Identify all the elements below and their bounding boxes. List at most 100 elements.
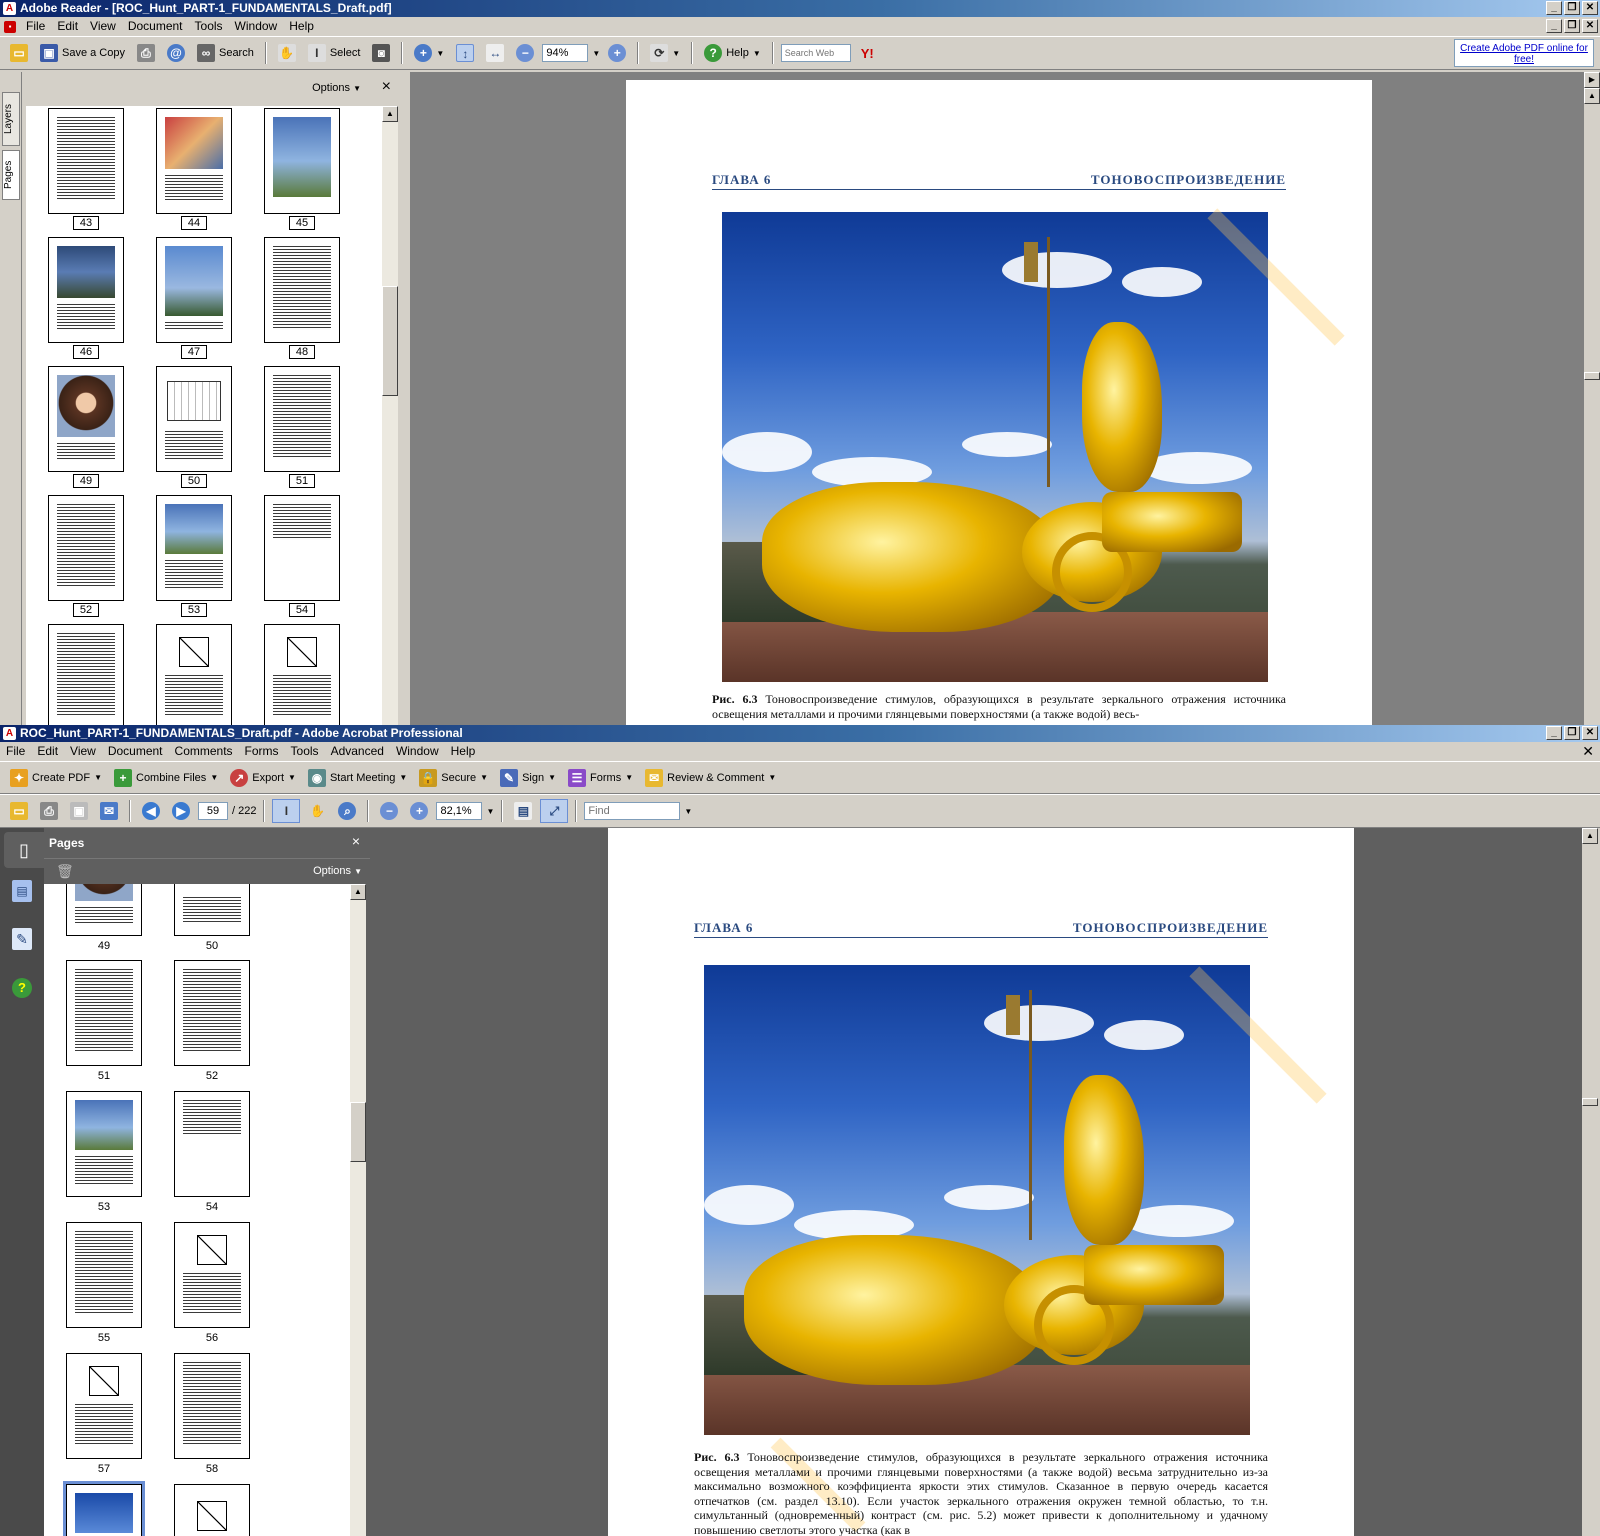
create-pdf-button[interactable]: ✦ Create PDF ▼ [6, 766, 106, 790]
search-button[interactable]: ∞ Search [193, 41, 258, 65]
zoom-out-button[interactable]: − [512, 41, 538, 65]
page-thumbnail[interactable] [264, 624, 340, 725]
close-button[interactable]: ✕ [1582, 726, 1598, 740]
page-thumbnail[interactable] [48, 108, 124, 214]
print-button[interactable]: ⎙ [36, 799, 62, 823]
scroll-up-arrow[interactable]: ▲ [350, 884, 366, 900]
menu-document[interactable]: Document [102, 742, 169, 761]
secure-button[interactable]: 🔒 Secure ▼ [415, 766, 492, 790]
rotate-button[interactable]: ⟳ ▼ [646, 41, 684, 65]
pages-tab[interactable]: Pages [2, 150, 20, 200]
page-thumbnail[interactable] [174, 1222, 250, 1328]
page-thumbnail[interactable] [264, 237, 340, 343]
page-thumbnail[interactable] [264, 108, 340, 214]
menu-advanced[interactable]: Advanced [325, 742, 390, 761]
open-button[interactable]: ▭ [6, 41, 32, 65]
page-thumbnail[interactable] [156, 495, 232, 601]
bookmarks-icon[interactable]: ▤ [12, 880, 32, 902]
doc-minimize-button[interactable]: _ [1546, 19, 1562, 33]
menu-file[interactable]: File [0, 742, 31, 761]
page-thumbnail[interactable] [66, 1091, 142, 1197]
find-input[interactable] [584, 802, 681, 820]
find-dropdown-arrow[interactable]: ▼ [684, 807, 692, 816]
hand-tool-button[interactable]: ✋ [304, 799, 330, 823]
scroll-thumb[interactable] [382, 286, 398, 396]
zoom-in-button[interactable]: + [406, 799, 432, 823]
next-page-button[interactable]: ▶ [168, 799, 194, 823]
menu-forms[interactable]: Forms [239, 742, 285, 761]
create-pdf-online-link[interactable]: Create Adobe PDF online for free! [1454, 39, 1594, 67]
email-button[interactable]: @ [163, 41, 189, 65]
scroll-up-arrow[interactable]: ▲ [382, 106, 398, 122]
menu-tools[interactable]: Tools [189, 17, 229, 36]
fit-page-button[interactable]: ↕ [452, 41, 478, 65]
page-thumbnail[interactable] [174, 884, 250, 936]
export-button[interactable]: ↗ Export ▼ [226, 766, 300, 790]
menu-view[interactable]: View [64, 742, 102, 761]
page-thumbnail[interactable] [48, 237, 124, 343]
page-thumbnail-selected[interactable] [63, 1481, 145, 1536]
scroll-up-arrow[interactable]: ▲ [1582, 828, 1598, 844]
page-thumbnail[interactable] [156, 237, 232, 343]
zoom-in-tool-button[interactable]: + ▼ [410, 41, 448, 65]
page-thumbnail[interactable] [156, 366, 232, 472]
select-tool-button[interactable]: I [272, 799, 301, 823]
page-number-field[interactable]: 59 [198, 802, 228, 820]
restore-button[interactable]: ❐ [1564, 1, 1580, 15]
page-thumbnail[interactable] [264, 495, 340, 601]
zoom-in-button[interactable]: + [604, 41, 630, 65]
acrobat-document-scrollbar[interactable]: ▲ [1582, 828, 1598, 1536]
close-button[interactable]: ✕ [1582, 1, 1598, 15]
fit-width-button[interactable]: ↔ [482, 41, 508, 65]
zoom-out-button[interactable]: − [376, 799, 402, 823]
minimize-button[interactable]: _ [1546, 1, 1562, 15]
menu-tools[interactable]: Tools [285, 742, 325, 761]
review-comment-button[interactable]: ✉ Review & Comment ▼ [641, 766, 780, 790]
open-button[interactable]: ▭ [6, 799, 32, 823]
scroll-up-arrow[interactable]: ▲ [1584, 88, 1600, 104]
panel-options-button[interactable]: Options ▼ [313, 865, 362, 877]
acrobat-panel-scrollbar[interactable]: ▲ [350, 884, 366, 1536]
zoom-dropdown-arrow[interactable]: ▼ [486, 807, 494, 816]
reader-document-scrollbar[interactable]: ▶ ▲ [1584, 72, 1600, 725]
page-thumbnail[interactable] [48, 495, 124, 601]
doc-restore-button[interactable]: ❐ [1564, 19, 1580, 33]
scroll-thumb[interactable] [350, 1102, 366, 1162]
reader-panel-scrollbar[interactable]: ▲ [382, 106, 398, 725]
search-web-input[interactable] [780, 44, 851, 62]
snapshot-button[interactable]: ◙ [368, 41, 394, 65]
doc-close-icon[interactable]: ✕ [1582, 743, 1594, 760]
panel-close-button[interactable]: × [382, 78, 391, 96]
hand-tool-button[interactable]: ✋ [274, 41, 300, 65]
page-thumbnail[interactable] [66, 960, 142, 1066]
save-button[interactable]: ▣ [66, 799, 92, 823]
panel-close-button[interactable]: × [352, 833, 360, 849]
page-thumbnail[interactable] [48, 366, 124, 472]
document-icon[interactable]: ▪ [4, 20, 16, 33]
actual-size-button[interactable]: ▤ [510, 799, 536, 823]
sign-button[interactable]: ✎ Sign ▼ [496, 766, 560, 790]
menu-help[interactable]: Help [445, 742, 482, 761]
zoom-field[interactable]: 94% [542, 44, 589, 62]
page-thumbnail[interactable] [66, 1222, 142, 1328]
page-thumbnail[interactable] [156, 108, 232, 214]
menu-file[interactable]: File [20, 17, 51, 36]
zoom-dropdown-arrow[interactable]: ▼ [592, 49, 600, 58]
email-button[interactable]: ✉ [96, 799, 122, 823]
print-button[interactable]: ⎙ [133, 41, 159, 65]
scroll-thumb[interactable] [1582, 1098, 1598, 1106]
menu-view[interactable]: View [84, 17, 122, 36]
restore-button[interactable]: ❐ [1564, 726, 1580, 740]
menu-window[interactable]: Window [229, 17, 284, 36]
select-tool-button[interactable]: I Select [304, 41, 365, 65]
menu-edit[interactable]: Edit [31, 742, 64, 761]
save-copy-button[interactable]: ▣ Save a Copy [36, 41, 129, 65]
minimize-button[interactable]: _ [1546, 726, 1562, 740]
pages-panel-icon[interactable]: ▯ [4, 832, 44, 868]
scroll-thumb[interactable] [1584, 372, 1600, 380]
trash-icon[interactable]: 🗑 [56, 863, 74, 879]
fit-page-button[interactable]: ⤢ [540, 799, 569, 823]
forms-button[interactable]: ☰ Forms ▼ [564, 766, 637, 790]
menu-document[interactable]: Document [122, 17, 189, 36]
page-thumbnail[interactable] [174, 1091, 250, 1197]
